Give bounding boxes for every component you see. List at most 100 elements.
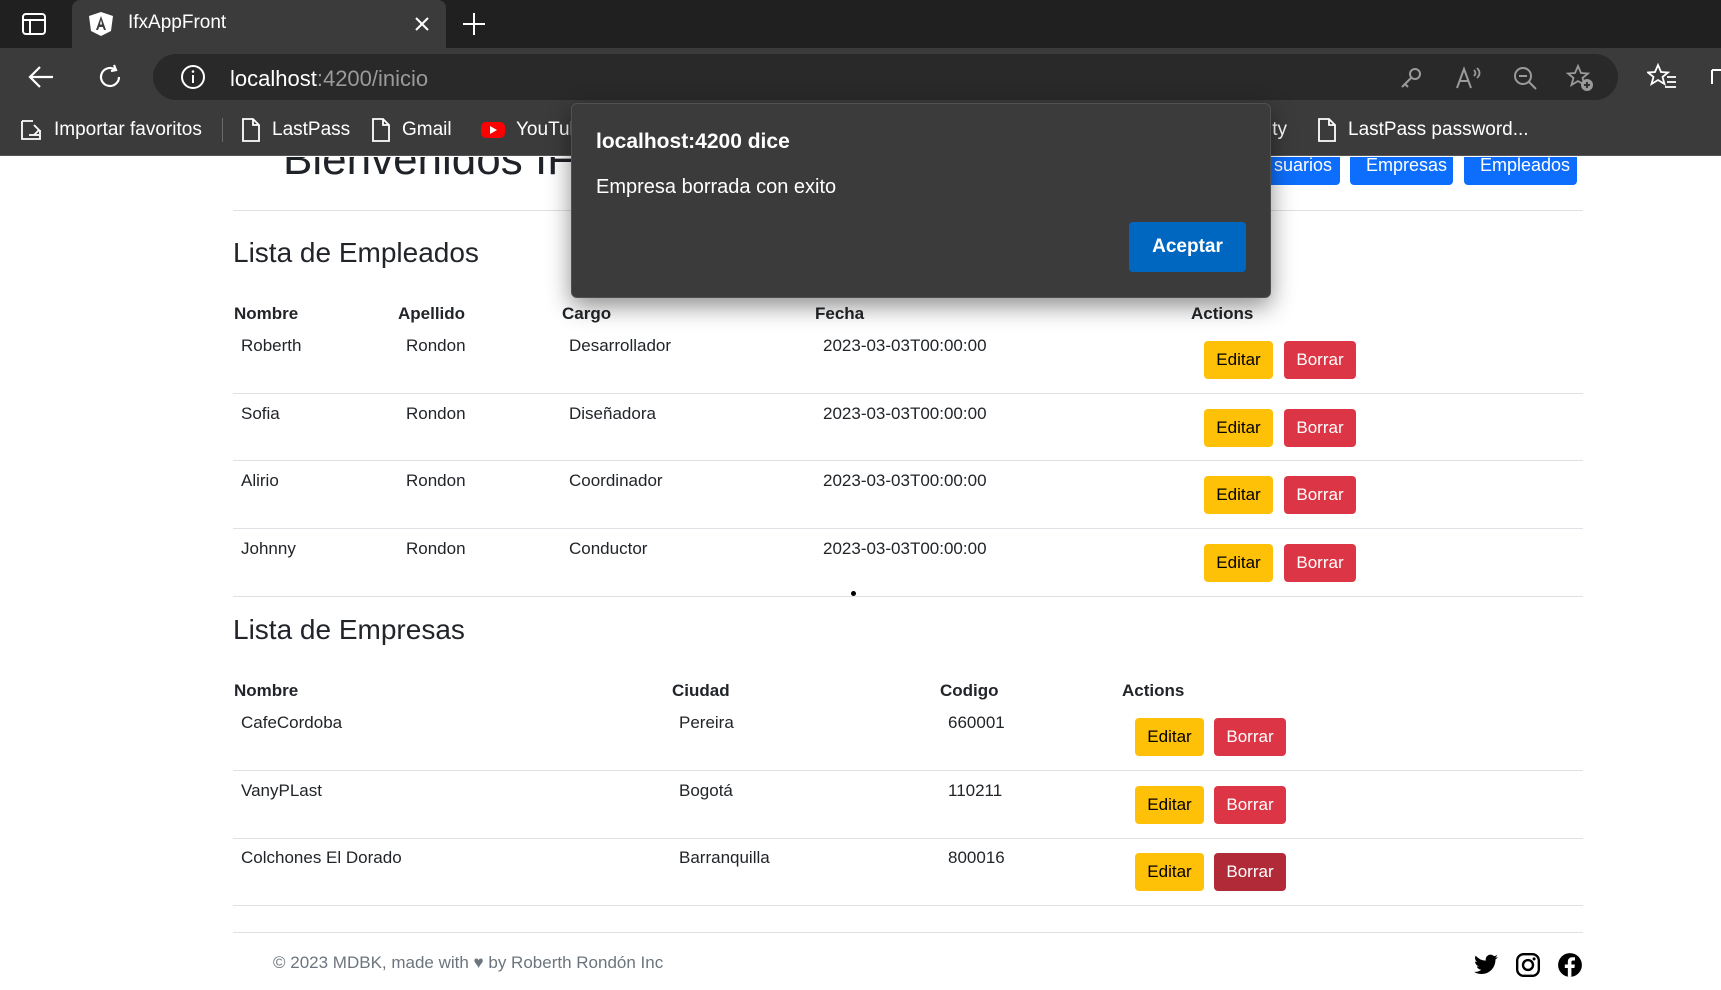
delete-empleado-button[interactable]: Borrar [1284,409,1356,447]
angular-favicon-icon [89,12,113,36]
empleado-apellido: Rondon [406,404,466,423]
dialog-title: localhost:4200 dice [596,130,790,153]
empleado-fecha: 2023-03-03T00:00:00 [823,336,987,355]
empleado-nombre: Johnny [241,539,296,558]
new-tab-icon[interactable] [460,10,488,38]
address-bar[interactable]: localhost:4200/inicio [153,54,1618,100]
bookmark-lastpass[interactable]: LastPass [240,116,350,144]
delete-empresa-button[interactable]: Borrar [1214,718,1286,756]
edit-empleado-button[interactable]: Editar [1204,341,1273,379]
footer-divider [233,932,1583,933]
col-header-fecha: Fecha [815,304,865,323]
edit-empleado-button[interactable]: Editar [1204,476,1273,514]
mouse-cursor-dot [851,591,856,596]
empleado-fecha: 2023-03-03T00:00:00 [823,404,987,423]
tab-actions-icon[interactable] [20,10,48,38]
bookmark-lastpass-password[interactable]: LastPass password... [1316,116,1529,144]
bookmark-label: LastPass password... [1348,119,1529,140]
favorites-icon[interactable] [1647,62,1677,92]
empresa-codigo: 110211 [948,781,1003,800]
twitter-icon[interactable] [1473,952,1499,978]
delete-empresa-button[interactable]: Borrar [1214,786,1286,824]
empleado-apellido: Rondon [406,539,466,558]
row-divider [233,528,1583,529]
empleados-section-title: Lista de Empleados [233,237,479,268]
empresa-nombre: Colchones El Dorado [241,848,402,867]
site-info-icon[interactable] [180,64,206,90]
instagram-icon[interactable] [1515,952,1541,978]
edit-empresa-button[interactable]: Editar [1135,853,1204,891]
zoom-out-icon[interactable] [1512,65,1538,91]
tab-title: IfxAppFront [128,12,227,33]
empresa-codigo: 660001 [948,713,1005,732]
import-favorites-icon [21,120,41,140]
page-icon [242,118,260,142]
url-text[interactable]: localhost:4200/inicio [230,66,428,92]
col-header-apellido: Apellido [398,304,466,323]
empleado-apellido: Rondon [406,336,466,355]
col-header-codigo: Codigo [940,681,999,700]
page-icon [372,118,390,142]
browser-tab[interactable]: IfxAppFront [72,0,446,48]
read-aloud-icon[interactable] [1455,65,1483,91]
empleado-nombre: Roberth [241,336,302,355]
edit-empresa-button[interactable]: Editar [1135,718,1204,756]
bookmark-import-favorites[interactable]: Importar favoritos [18,116,202,144]
empleado-fecha: 2023-03-03T00:00:00 [823,471,987,490]
delete-empresa-button[interactable]: Borrar [1214,853,1286,891]
edit-empleado-button[interactable]: Editar [1204,544,1273,582]
empleado-nombre: Alirio [241,471,279,490]
row-divider [233,596,1583,597]
url-host: localhost [230,66,317,91]
empleado-fecha: 2023-03-03T00:00:00 [823,539,987,558]
page-title: Bienvenidos IFX [283,157,604,184]
youtube-icon [481,122,505,138]
delete-empleado-button[interactable]: Borrar [1284,341,1356,379]
bookmark-separator [222,118,223,142]
col-header-nombre: Nombre [234,304,299,323]
row-divider [233,838,1583,839]
col-header-cargo: Cargo [562,304,612,323]
delete-empleado-button[interactable]: Borrar [1284,476,1356,514]
empresa-ciudad: Pereira [679,713,734,732]
collections-icon[interactable] [1708,62,1721,92]
edit-empleado-button[interactable]: Editar [1204,409,1273,447]
bookmark-label: Importar favoritos [54,119,202,140]
browser-tab-bar: IfxAppFront [0,0,1721,48]
empresa-nombre: CafeCordoba [241,713,343,732]
add-favorite-icon[interactable] [1566,64,1594,92]
delete-empleado-button[interactable]: Borrar [1284,544,1356,582]
back-arrow-icon[interactable] [26,62,56,92]
empresa-ciudad: Bogotá [679,781,733,800]
col-header-nombre: Nombre [234,681,299,700]
empleado-cargo: Conductor [569,539,648,558]
edit-empresa-button[interactable]: Editar [1135,786,1204,824]
empresas-nav-button[interactable]: Empresas [1350,157,1453,185]
empresa-codigo: 800016 [948,848,1005,867]
col-header-ciudad: Ciudad [672,681,730,700]
col-header-actions: Actions [1122,681,1185,700]
empleado-apellido: Rondon [406,471,466,490]
key-icon[interactable] [1398,65,1424,91]
reload-icon[interactable] [95,62,125,92]
row-divider [233,393,1583,394]
browser-toolbar: localhost:4200/inicio [0,48,1721,104]
dialog-message: Empresa borrada con exito [596,176,837,198]
bookmark-label: Gmail [402,119,452,140]
bookmark-gmail[interactable]: Gmail [370,116,452,144]
empleado-cargo: Diseñadora [569,404,656,423]
facebook-icon[interactable] [1557,952,1583,978]
page-icon [1318,118,1336,142]
empresa-ciudad: Barranquilla [679,848,770,867]
empleados-nav-button[interactable]: Empleados [1464,157,1577,185]
col-header-actions: Actions [1191,304,1254,323]
alert-dialog: localhost:4200 dice Empresa borrada con … [571,103,1271,298]
bookmark-youtube[interactable]: YouTul [480,116,574,144]
dialog-accept-button[interactable]: Aceptar [1129,222,1246,272]
close-tab-icon[interactable] [410,12,434,36]
empleado-cargo: Coordinador [569,471,663,490]
row-divider [233,770,1583,771]
url-path: :4200/inicio [316,66,429,91]
empresas-section-title: Lista de Empresas [233,614,465,645]
bookmark-label: LastPass [272,119,351,140]
